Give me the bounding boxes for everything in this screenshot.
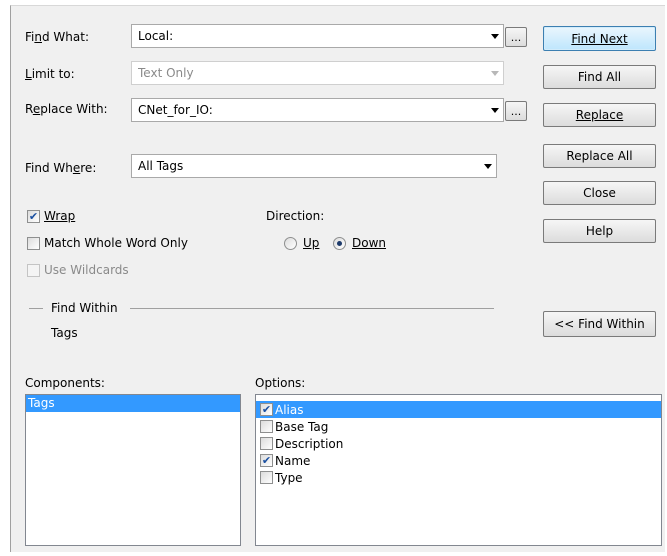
find-what-label: Find What: bbox=[25, 30, 89, 44]
find-within-toggle-button[interactable]: << Find Within bbox=[543, 311, 656, 337]
match-whole-word-checkbox[interactable] bbox=[27, 237, 40, 250]
find-within-divider-right bbox=[130, 308, 494, 309]
find-within-toggle-label: << Find Within bbox=[554, 317, 645, 331]
find-within-divider-left bbox=[29, 308, 43, 309]
checkmark-icon: ✔ bbox=[261, 454, 272, 467]
find-within-value: Tags bbox=[51, 326, 78, 340]
wrap-label: Wrap bbox=[44, 209, 76, 223]
option-label: Name bbox=[275, 453, 311, 468]
type-checkbox[interactable] bbox=[260, 471, 273, 484]
replace-all-label: Replace All bbox=[566, 149, 633, 163]
description-checkbox[interactable] bbox=[260, 437, 273, 450]
checkmark-icon: ✔ bbox=[261, 403, 272, 416]
option-row-base-tag[interactable]: Base Tag bbox=[256, 418, 661, 435]
use-wildcards-label: Use Wildcards bbox=[44, 263, 129, 277]
use-wildcards-checkbox bbox=[27, 264, 40, 277]
replace-with-label: Replace With: bbox=[25, 102, 108, 116]
limit-to-combo: Text Only bbox=[131, 61, 504, 85]
find-what-value: Local: bbox=[138, 29, 174, 43]
option-row-name[interactable]: ✔ Name bbox=[256, 452, 661, 469]
components-label: Components: bbox=[25, 376, 105, 390]
replace-with-browse-button[interactable]: ... bbox=[505, 101, 527, 121]
find-replace-dialog: Find What: Local: ... Limit to: Text Onl… bbox=[10, 5, 665, 552]
find-all-button[interactable]: Find All bbox=[543, 65, 656, 89]
name-checkbox[interactable]: ✔ bbox=[260, 454, 273, 467]
find-where-combo[interactable]: All Tags bbox=[131, 154, 497, 178]
find-next-button[interactable]: Find Next bbox=[543, 26, 656, 51]
direction-up-label: Up bbox=[303, 236, 320, 250]
find-within-title: Find Within bbox=[51, 301, 118, 315]
find-where-label: Find Where: bbox=[25, 161, 97, 175]
replace-label: Replace bbox=[575, 108, 624, 122]
find-next-label: Find Next bbox=[571, 31, 628, 46]
chevron-down-icon[interactable] bbox=[487, 25, 503, 47]
chevron-down-icon[interactable] bbox=[487, 99, 503, 121]
find-what-browse-button[interactable]: ... bbox=[505, 27, 527, 47]
direction-down-label: Down bbox=[352, 236, 387, 250]
find-all-label: Find All bbox=[577, 70, 622, 84]
option-row-alias[interactable]: ✔ Alias bbox=[256, 401, 661, 418]
help-button[interactable]: Help bbox=[543, 219, 656, 243]
replace-with-combo[interactable]: CNet_for_IO: bbox=[131, 98, 504, 122]
direction-down-radio[interactable] bbox=[333, 237, 346, 250]
alias-checkbox[interactable]: ✔ bbox=[260, 403, 273, 416]
replace-all-button[interactable]: Replace All bbox=[543, 144, 656, 168]
direction-label: Direction: bbox=[266, 209, 325, 223]
limit-to-value: Text Only bbox=[138, 66, 194, 80]
find-what-combo[interactable]: Local: bbox=[131, 24, 504, 48]
match-whole-word-label: Match Whole Word Only bbox=[44, 236, 188, 250]
wrap-checkbox[interactable]: ✔ bbox=[27, 210, 40, 223]
checkmark-icon: ✔ bbox=[28, 210, 39, 223]
close-button[interactable]: Close bbox=[543, 181, 656, 205]
option-label: Description bbox=[275, 436, 344, 451]
replace-button[interactable]: Replace bbox=[543, 103, 656, 127]
option-label: Alias bbox=[275, 402, 304, 417]
help-label: Help bbox=[585, 224, 614, 238]
find-where-value: All Tags bbox=[138, 159, 184, 173]
option-label: Base Tag bbox=[275, 419, 329, 434]
components-list[interactable]: Tags bbox=[25, 394, 241, 546]
options-list[interactable]: ✔ Alias Base Tag Description ✔ Name Type bbox=[255, 394, 662, 546]
options-label: Options: bbox=[255, 376, 306, 390]
chevron-down-icon[interactable] bbox=[480, 155, 496, 177]
limit-to-label: Limit to: bbox=[25, 67, 75, 81]
base-tag-checkbox[interactable] bbox=[260, 420, 273, 433]
replace-with-value: CNet_for_IO: bbox=[138, 103, 213, 117]
direction-up-radio[interactable] bbox=[284, 237, 297, 250]
chevron-down-icon bbox=[487, 62, 503, 84]
option-label: Type bbox=[275, 470, 303, 485]
option-row-type[interactable]: Type bbox=[256, 469, 661, 486]
option-row-description[interactable]: Description bbox=[256, 435, 661, 452]
close-label: Close bbox=[583, 186, 616, 200]
list-item[interactable]: Tags bbox=[26, 395, 240, 412]
